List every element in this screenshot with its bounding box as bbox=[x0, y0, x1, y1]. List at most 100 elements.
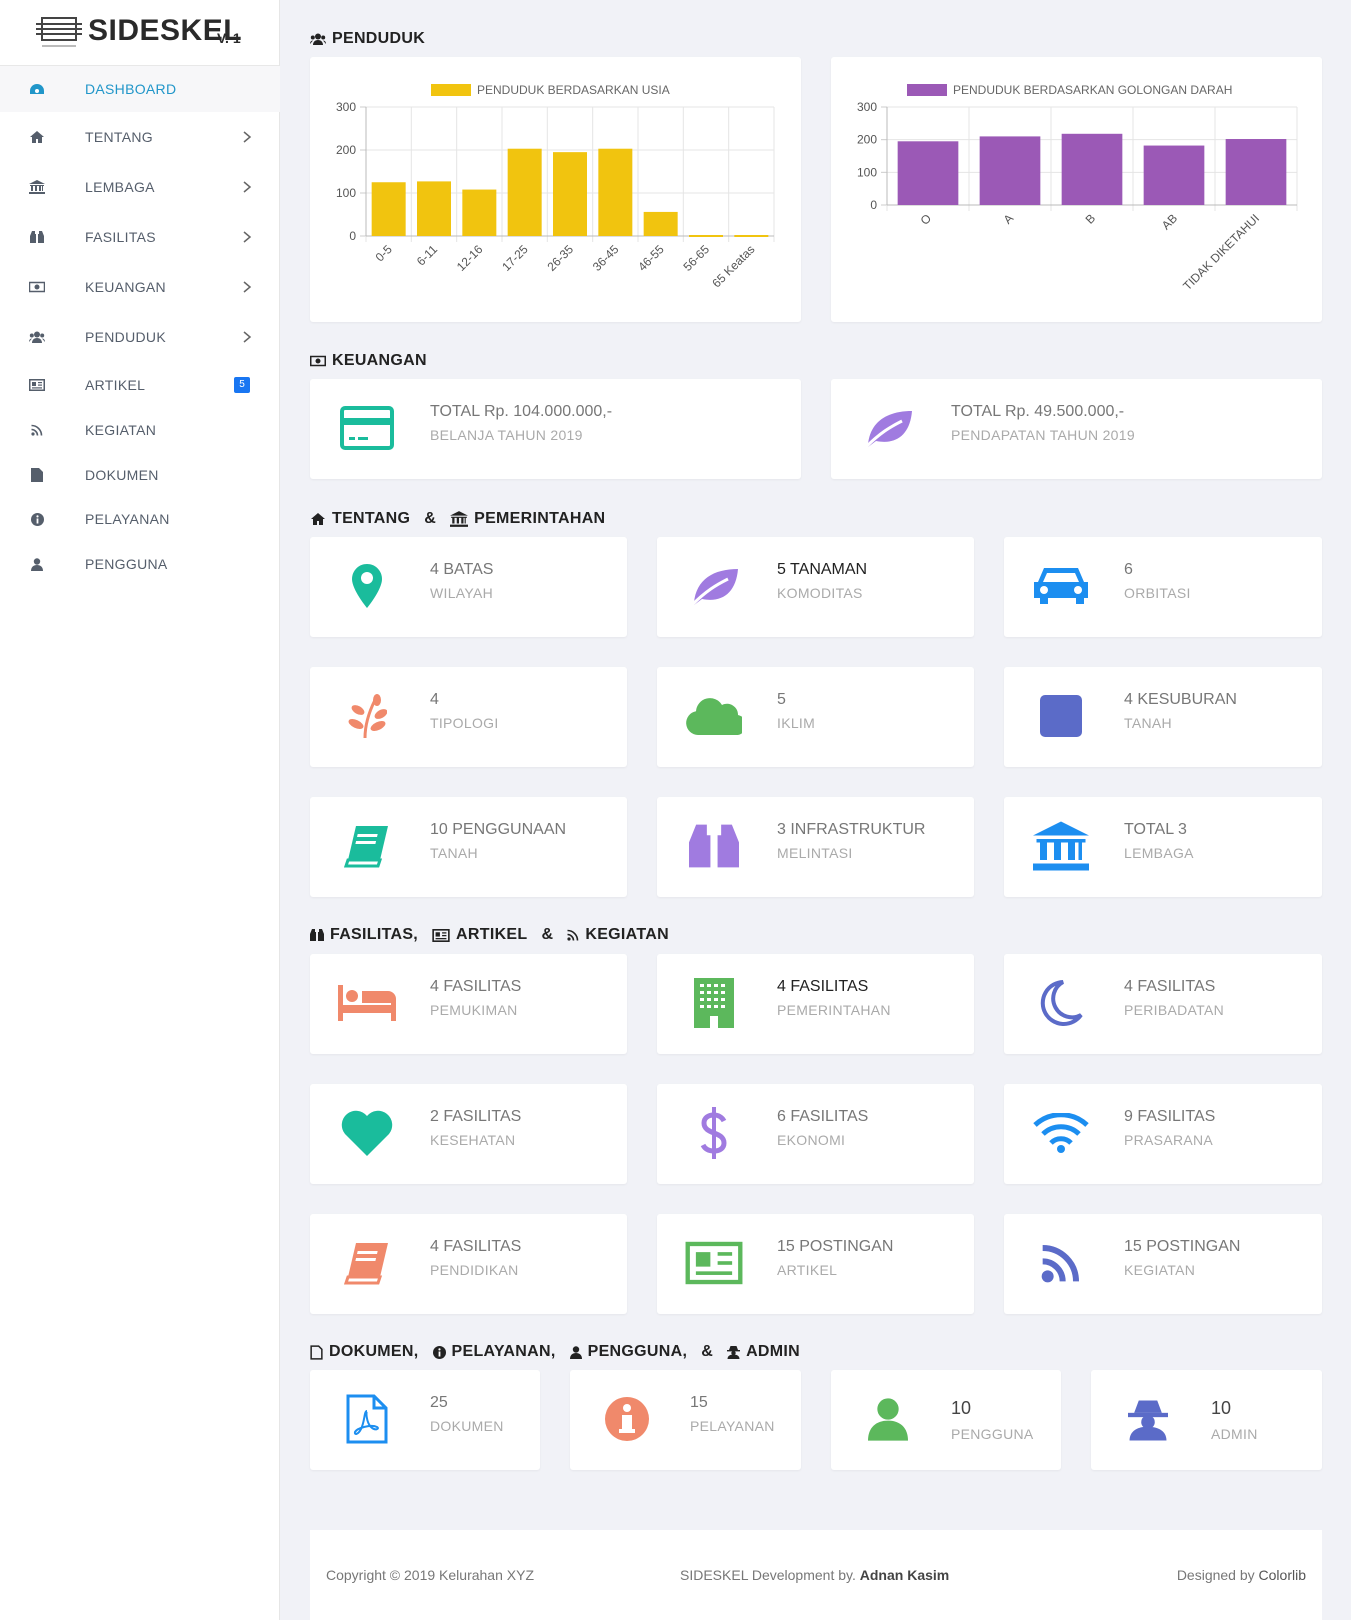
stat-value: 15 bbox=[690, 1394, 708, 1411]
chevron-right-icon bbox=[243, 131, 252, 143]
stat-value: 6 FASILITAS bbox=[777, 1108, 869, 1125]
sidebar-item-artikel[interactable]: ARTIKEL 5 bbox=[0, 362, 280, 408]
section-label: PELAYANAN, bbox=[451, 1343, 556, 1360]
chart-card-golongan-darah: PENDUDUK BERDASARKAN GOLONGAN DARAH 0 100 2… bbox=[831, 57, 1322, 322]
stat-card-orbitasi[interactable]: 6 ORBITASI bbox=[1004, 537, 1322, 637]
x-tick-label: 36-45 bbox=[590, 242, 622, 274]
section-separator: & bbox=[701, 1343, 714, 1360]
stat-label: KESEHATAN bbox=[430, 1132, 516, 1148]
stat-card-kesuburan[interactable]: 4 KESUBURAN TANAH bbox=[1004, 667, 1322, 767]
stat-card-fasilitas-peribadatan[interactable]: 4 FASILITAS PERIBADATAN bbox=[1004, 954, 1322, 1054]
stat-label: PEMERINTAHAN bbox=[777, 1002, 891, 1018]
rss-icon bbox=[28, 421, 46, 439]
footer-designed-prefix: Designed by bbox=[1176, 1567, 1255, 1583]
sidebar-item-label: FASILITAS bbox=[85, 229, 156, 245]
x-tick-label: 56-65 bbox=[681, 242, 713, 274]
y-tick-label: 300 bbox=[857, 100, 877, 114]
article-count-badge: 5 bbox=[234, 377, 250, 393]
sidebar-item-penduduk[interactable]: PENDUDUK bbox=[0, 314, 280, 360]
stat-value: 5 bbox=[777, 691, 786, 708]
stat-card-iklim[interactable]: 5 IKLIM bbox=[657, 667, 974, 767]
stat-value: 2 FASILITAS bbox=[430, 1108, 522, 1125]
chevron-right-icon bbox=[243, 331, 252, 343]
footer-designed-name[interactable]: Colorlib bbox=[1259, 1567, 1306, 1583]
stat-card-fasilitas-pemerintahan[interactable]: 4 FASILITAS PEMERINTAHAN bbox=[657, 954, 974, 1054]
footer-designed-by: Designed by Colorlib bbox=[1177, 1567, 1306, 1583]
sidebar-item-fasilitas[interactable]: FASILITAS bbox=[0, 214, 280, 260]
sidebar-item-label: KEGIATAN bbox=[85, 422, 157, 438]
info-circle-icon bbox=[598, 1390, 656, 1448]
stat-value: 4 FASILITAS bbox=[1124, 978, 1216, 995]
car-icon bbox=[1032, 557, 1090, 615]
stat-label: ADMIN bbox=[1211, 1426, 1258, 1442]
stat-label: ORBITASI bbox=[1124, 585, 1191, 601]
stat-card-dokumen[interactable]: 25 DOKUMEN bbox=[310, 1370, 540, 1470]
y-tick-label: 200 bbox=[336, 143, 356, 157]
stat-card-fasilitas-prasarana[interactable]: 9 FASILITAS PRASARANA bbox=[1004, 1084, 1322, 1184]
stat-card-pendapatan[interactable]: TOTAL Rp. 49.500.000,- PENDAPATAN TAHUN … bbox=[831, 379, 1322, 479]
sidebar-item-dashboard[interactable]: DASHBOARD bbox=[0, 66, 280, 112]
pdf-file-icon bbox=[310, 1344, 323, 1360]
sidebar-item-tentang[interactable]: TENTANG bbox=[0, 114, 280, 160]
file-icon bbox=[28, 466, 46, 484]
sidebar-item-lembaga[interactable]: LEMBAGA bbox=[0, 164, 280, 210]
leaf-icon bbox=[685, 557, 743, 615]
stat-card-tipologi[interactable]: 4 TIPOLOGI bbox=[310, 667, 627, 767]
section-label: TENTANG bbox=[332, 510, 411, 527]
stat-card-batas-wilayah[interactable]: 4 BATAS WILAYAH bbox=[310, 537, 627, 637]
binoculars-icon bbox=[310, 929, 324, 941]
section-label: PENDUDUK bbox=[332, 30, 426, 47]
x-tick-label: AB bbox=[1159, 211, 1180, 232]
stat-card-fasilitas-pemukiman[interactable]: 4 FASILITAS PEMUKIMAN bbox=[310, 954, 627, 1054]
stat-card-infrastruktur[interactable]: 3 INFRASTRUKTUR MELINTASI bbox=[657, 797, 974, 897]
stat-card-admin[interactable]: 10 ADMIN bbox=[1091, 1370, 1322, 1470]
stat-card-postingan-kegiatan[interactable]: 15 POSTINGAN KEGIATAN bbox=[1004, 1214, 1322, 1314]
stat-label: PRASARANA bbox=[1124, 1132, 1214, 1148]
stat-label: PEMUKIMAN bbox=[430, 1002, 518, 1018]
x-tick-label: B bbox=[1083, 211, 1099, 227]
brand[interactable]: SIDESKEL V. 1 bbox=[0, 0, 279, 66]
footer-developer: SIDESKEL Development by. Adnan Kasim bbox=[680, 1567, 949, 1583]
credit-card-icon bbox=[338, 399, 396, 457]
newspaper-icon bbox=[432, 928, 450, 942]
home-icon bbox=[311, 513, 325, 525]
sidebar-item-dokumen[interactable]: DOKUMEN bbox=[0, 452, 280, 498]
section-label: ADMIN bbox=[746, 1343, 800, 1360]
stat-label: PELAYANAN bbox=[690, 1418, 775, 1434]
stat-value: 9 FASILITAS bbox=[1124, 1108, 1216, 1125]
info-icon bbox=[28, 510, 46, 528]
bar bbox=[417, 181, 451, 236]
chevron-right-icon bbox=[243, 181, 252, 193]
stat-value: 10 PENGGUNAAN bbox=[430, 821, 567, 838]
section-label: PEMERINTAHAN bbox=[474, 510, 606, 527]
sidebar-item-pelayanan[interactable]: PELAYANAN bbox=[0, 496, 280, 542]
stat-value: TOTAL Rp. 49.500.000,- bbox=[951, 403, 1125, 420]
sidebar-item-kegiatan[interactable]: KEGIATAN bbox=[0, 407, 280, 453]
sidebar-item-label: DASHBOARD bbox=[85, 81, 177, 97]
stat-card-belanja[interactable]: TOTAL Rp. 104.000.000,- BELANJA TAHUN 20… bbox=[310, 379, 801, 479]
section-title-tentang: TENTANG & PEMERINTAHAN bbox=[310, 510, 605, 528]
stat-card-tanaman[interactable]: 5 TANAMAN KOMODITAS bbox=[657, 537, 974, 637]
stat-card-lembaga[interactable]: TOTAL 3 LEMBAGA bbox=[1004, 797, 1322, 897]
sidebar-item-label: TENTANG bbox=[85, 129, 153, 145]
stat-value: 3 INFRASTRUKTUR bbox=[777, 821, 926, 838]
section-title-penduduk: PENDUDUK bbox=[310, 30, 425, 48]
bar bbox=[1225, 139, 1287, 205]
sidebar-item-keuangan[interactable]: KEUANGAN bbox=[0, 264, 280, 310]
sidebar-item-pengguna[interactable]: PENGGUNA bbox=[0, 541, 280, 587]
stat-card-fasilitas-pendidikan[interactable]: 4 FASILITAS PENDIDIKAN bbox=[310, 1214, 627, 1314]
stat-card-pelayanan[interactable]: 15 PELAYANAN bbox=[570, 1370, 801, 1470]
stat-card-fasilitas-kesehatan[interactable]: 2 FASILITAS KESEHATAN bbox=[310, 1084, 627, 1184]
stat-label: TANAH bbox=[1124, 715, 1172, 731]
money-icon bbox=[28, 278, 46, 296]
stat-card-pengguna[interactable]: 10 PENGGUNA bbox=[831, 1370, 1061, 1470]
wifi-icon bbox=[1032, 1104, 1090, 1162]
x-tick-label: 26-35 bbox=[545, 242, 577, 274]
stat-label: KEGIATAN bbox=[1124, 1262, 1196, 1278]
stat-label: IKLIM bbox=[777, 715, 816, 731]
stat-card-fasilitas-ekonomi[interactable]: 6 FASILITAS EKONOMI bbox=[657, 1084, 974, 1184]
footer-dev-name[interactable]: Adnan Kasim bbox=[860, 1567, 949, 1583]
stat-card-penggunaan-tanah[interactable]: 10 PENGGUNAAN TANAH bbox=[310, 797, 627, 897]
y-tick-label: 200 bbox=[857, 133, 877, 147]
stat-card-postingan-artikel[interactable]: 15 POSTINGAN ARTIKEL bbox=[657, 1214, 974, 1314]
